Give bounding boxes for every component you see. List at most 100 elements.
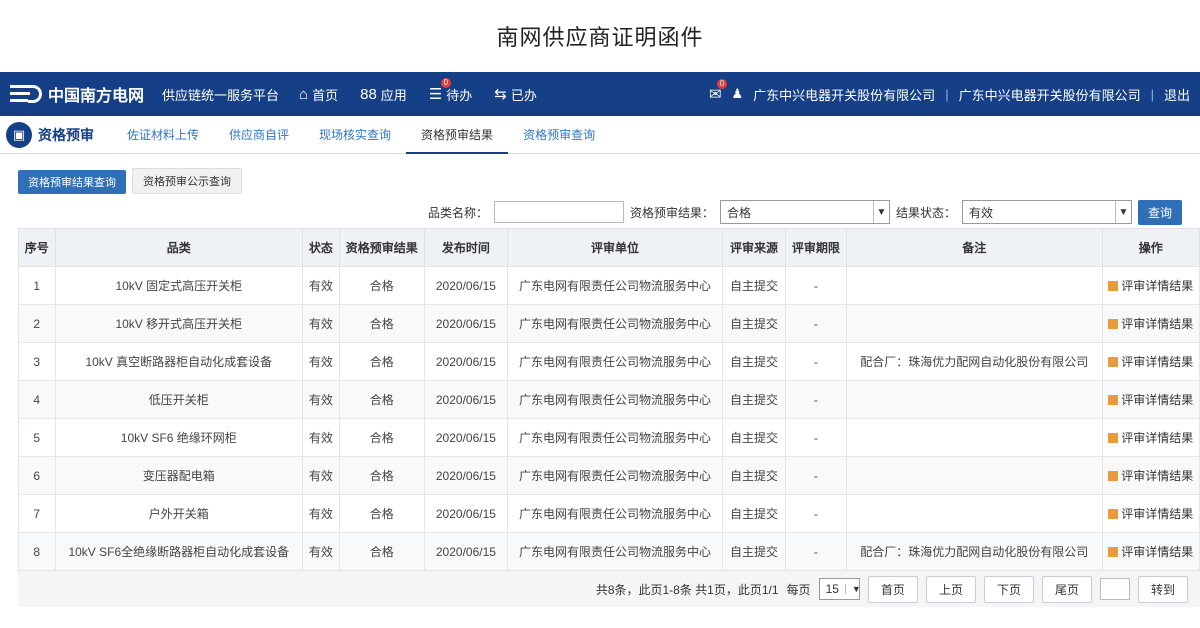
review-term-cell: - — [784, 304, 847, 343]
nav-todo[interactable]: ☰ 0 待办 — [428, 77, 472, 104]
result-cell: 合格 — [338, 532, 425, 571]
tab-prequalification-query[interactable]: 资格预审查询 — [508, 116, 610, 154]
last-page-button[interactable]: 尾页 — [1041, 575, 1092, 603]
review-detail-link[interactable]: 评审详情结果 — [1121, 279, 1193, 293]
category-cell: 低压开关柜 — [54, 380, 304, 419]
column-header[interactable]: 评审期限 — [784, 228, 847, 267]
operation-cell[interactable]: 评审详情结果 — [1101, 304, 1200, 343]
logo[interactable]: 中国南方电网 — [10, 82, 144, 106]
query-button[interactable]: 查询 — [1137, 199, 1182, 225]
status-select[interactable]: 有效 ▼ — [961, 200, 1132, 224]
publish-date-cell: 2020/06/15 — [423, 304, 509, 343]
operation-cell[interactable]: 评审详情结果 — [1101, 418, 1200, 457]
column-header[interactable]: 资格预审结果 — [338, 228, 425, 267]
note-cell — [845, 494, 1103, 533]
status-cell: 有效 — [302, 342, 340, 381]
todo-icon: ☰ — [428, 86, 443, 103]
result-select[interactable]: 合格 ▼ — [719, 200, 890, 224]
review-source-cell: 自主提交 — [722, 380, 786, 419]
page-title: 南网供应商证明函件 — [496, 25, 704, 50]
nav-done[interactable]: ⇆ 已办 — [494, 85, 537, 104]
category-cell: 10kV 真空断路器柜自动化成套设备 — [54, 342, 304, 381]
publish-date-cell: 2020/06/15 — [423, 266, 509, 305]
result-query-button[interactable]: 资格预审结果查询 — [18, 170, 126, 194]
page-summary: 共8条，此页1-8条 共1页，此页1/1 — [595, 582, 779, 597]
first-page-button[interactable]: 首页 — [867, 575, 918, 603]
table-row: 5 10kV SF6 绝缘环网柜 有效 合格 2020/06/15 广东电网有限责任公司物… — [18, 418, 1200, 457]
review-detail-link[interactable]: 评审详情结果 — [1121, 507, 1193, 521]
goto-page-input[interactable] — [1099, 578, 1130, 600]
company-name-2[interactable]: 广东中兴电器开关股份有限公司 — [959, 85, 1141, 104]
category-label: 品类名称： — [427, 205, 488, 220]
status-cell: 有效 — [302, 494, 340, 533]
done-icon: ⇆ — [494, 86, 507, 103]
column-header[interactable]: 状态 — [302, 228, 340, 267]
status-cell: 有效 — [302, 532, 340, 571]
tab-site-verification[interactable]: 现场核实查询 — [304, 116, 406, 154]
operation-cell[interactable]: 评审详情结果 — [1101, 456, 1200, 495]
operation-cell[interactable]: 评审详情结果 — [1101, 266, 1200, 305]
review-detail-link[interactable]: 评审详情结果 — [1121, 431, 1193, 445]
review-term-cell: - — [784, 342, 847, 381]
category-cell: 10kV SF6 绝缘环网柜 — [54, 418, 304, 457]
review-unit-cell: 广东电网有限责任公司物流服务中心 — [506, 342, 724, 381]
document-icon — [1108, 509, 1119, 519]
logout-link[interactable]: 退出 — [1164, 85, 1190, 104]
per-page-select[interactable]: 15 ▼ — [818, 578, 861, 600]
column-header[interactable]: 操作 — [1101, 228, 1200, 267]
pagination: 共8条，此页1-8条 共1页，此页1/1 每页 15 ▼ 首页 上页 下页 尾页… — [18, 571, 1200, 607]
category-cell: 10kV SF6全绝缘断路器柜自动化成套设备 — [54, 532, 304, 571]
review-detail-link[interactable]: 评审详情结果 — [1121, 355, 1193, 369]
top-navigation-bar: 中国南方电网 供应链统一服务平台 ⌂ 首页 88 应用 ☰ 0 待办 ⇆ 已办 … — [0, 72, 1200, 116]
operation-cell[interactable]: 评审详情结果 — [1101, 380, 1200, 419]
document-icon — [1108, 433, 1119, 443]
csg-logo-icon — [10, 83, 42, 105]
nav-apps[interactable]: 88 应用 — [360, 85, 407, 104]
publish-date-cell: 2020/06/15 — [423, 456, 509, 495]
review-detail-link[interactable]: 评审详情结果 — [1121, 469, 1193, 483]
column-header[interactable]: 品类 — [54, 228, 304, 267]
table-header-row: 序号 品类 状态 资格预审结果 发布时间 评审单位 评审来源 评审期限 备注 操… — [18, 228, 1200, 267]
prev-page-button[interactable]: 上页 — [925, 575, 976, 603]
review-detail-link[interactable]: 评审详情结果 — [1121, 545, 1193, 559]
tab-self-evaluation[interactable]: 供应商自评 — [214, 116, 304, 154]
operation-cell[interactable]: 评审详情结果 — [1101, 532, 1200, 571]
review-detail-link[interactable]: 评审详情结果 — [1121, 317, 1193, 331]
publish-date-cell: 2020/06/15 — [423, 342, 509, 381]
table-row: 8 10kV SF6全绝缘断路器柜自动化成套设备 有效 合格 2020/06/15 广东电… — [18, 532, 1200, 571]
user-icon[interactable]: ♟ — [732, 86, 744, 102]
tab-evidence-upload[interactable]: 佐证材料上传 — [112, 116, 214, 154]
review-unit-cell: 广东电网有限责任公司物流服务中心 — [506, 532, 724, 571]
module-home[interactable]: ▣ 资格预审 — [6, 121, 94, 148]
status-cell: 有效 — [302, 418, 340, 457]
category-input[interactable] — [493, 201, 624, 223]
tab-prequalification-result[interactable]: 资格预审结果 — [406, 116, 509, 154]
mail-button[interactable]: ✉ 0 — [709, 79, 727, 103]
document-icon — [1108, 357, 1119, 367]
status-label: 结果状态： — [895, 205, 956, 220]
publish-date-cell: 2020/06/15 — [423, 494, 509, 533]
document-icon — [1108, 547, 1119, 557]
review-unit-cell: 广东电网有限责任公司物流服务中心 — [506, 304, 724, 343]
public-query-button[interactable]: 资格预审公示查询 — [132, 168, 242, 194]
column-header[interactable]: 序号 — [18, 228, 56, 267]
home-icon: ⌂ — [299, 85, 309, 103]
nav-home[interactable]: ⌂ 首页 — [299, 85, 338, 104]
status-select-value: 有效 — [968, 205, 993, 220]
column-header[interactable]: 发布时间 — [423, 228, 509, 267]
column-header[interactable]: 备注 — [845, 228, 1103, 267]
review-detail-link[interactable]: 评审详情结果 — [1121, 393, 1193, 407]
category-cell: 户外开关箱 — [54, 494, 304, 533]
table-row: 4 低压开关柜 有效 合格 2020/06/15 广东电网有限责任公司物流服务中心 自主提交… — [18, 380, 1200, 419]
result-cell: 合格 — [338, 304, 425, 343]
operation-cell[interactable]: 评审详情结果 — [1101, 342, 1200, 381]
column-header[interactable]: 评审来源 — [722, 228, 786, 267]
result-cell: 合格 — [338, 456, 425, 495]
company-name-1[interactable]: 广东中兴电器开关股份有限公司 — [753, 85, 935, 104]
result-cell: 合格 — [338, 380, 425, 419]
next-page-button[interactable]: 下页 — [983, 575, 1034, 603]
operation-cell[interactable]: 评审详情结果 — [1101, 494, 1200, 533]
result-cell: 合格 — [338, 494, 425, 533]
goto-page-button[interactable]: 转到 — [1137, 575, 1188, 603]
column-header[interactable]: 评审单位 — [506, 228, 724, 267]
